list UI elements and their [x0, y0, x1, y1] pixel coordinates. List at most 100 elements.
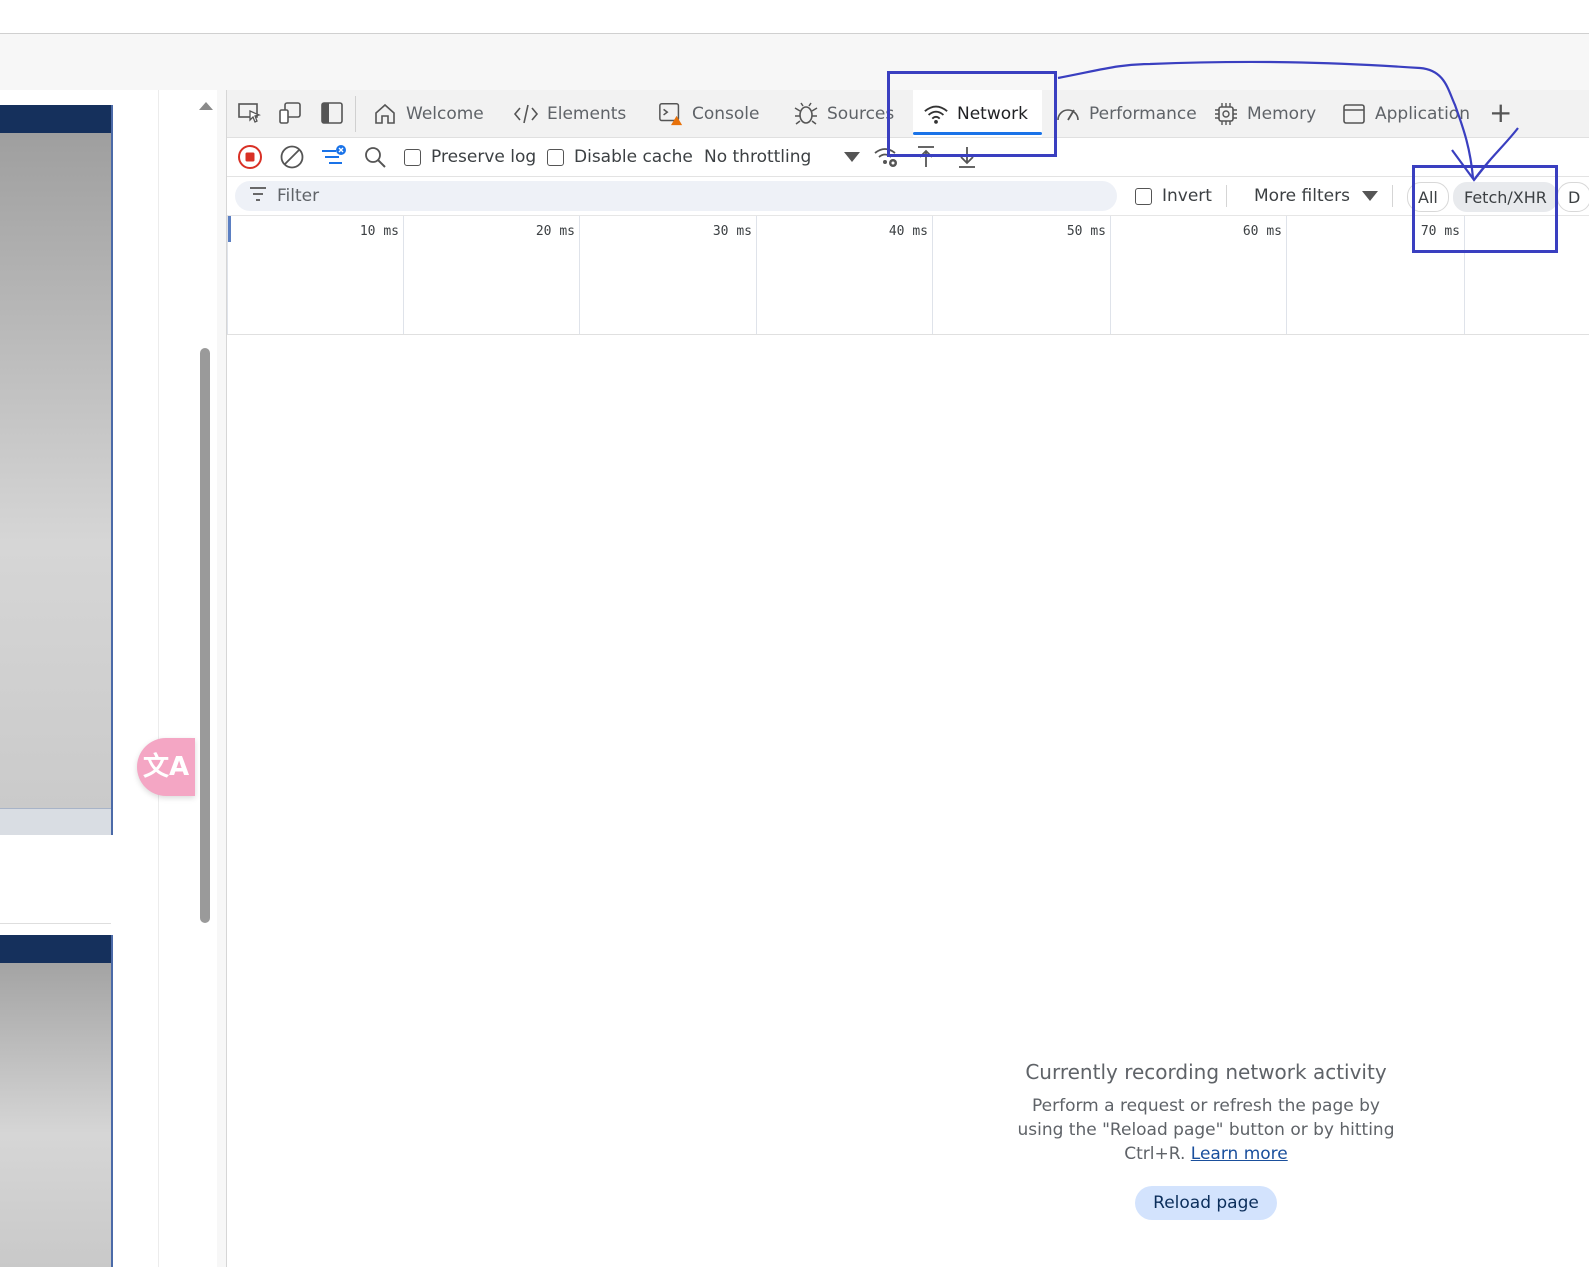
timeline-tick-label: 50 ms: [1066, 224, 1106, 239]
tab-label: Network: [957, 103, 1028, 124]
empty-state-body: Perform a request or refresh the page by…: [987, 1094, 1425, 1166]
code-icon: [513, 101, 539, 127]
filter-clear-icon[interactable]: [320, 144, 348, 170]
timeline-gridline: [1286, 216, 1287, 334]
thumbnail-footer: [0, 808, 111, 835]
timeline-tick-label: 20 ms: [535, 224, 575, 239]
chip-label: D: [1568, 187, 1581, 207]
preserve-log-checkbox[interactable]: Preserve log: [404, 144, 536, 170]
invert-checkbox[interactable]: Invert: [1135, 183, 1212, 209]
clear-icon[interactable]: [279, 144, 305, 170]
timeline-gridline: [227, 216, 228, 334]
tab-label: Memory: [1247, 103, 1317, 124]
tab-elements[interactable]: Elements: [513, 90, 626, 137]
shortcut-text: Ctrl+R.: [1124, 1144, 1186, 1164]
filter-placeholder: Filter: [277, 186, 320, 206]
chevron-down-icon: [844, 152, 861, 162]
devtools-tab-bar: Welcome Elements Console Sources Network…: [227, 90, 1589, 138]
window-icon: [1341, 101, 1367, 127]
learn-more-link[interactable]: Learn more: [1191, 1144, 1288, 1164]
filter-icon: [249, 186, 267, 207]
search-icon[interactable]: [363, 144, 387, 170]
empty-state-line: Perform a request or refresh the page by: [1032, 1096, 1380, 1116]
filter-chip-fetch-xhr[interactable]: Fetch/XHR: [1453, 182, 1558, 212]
timeline-tick-label: 10 ms: [359, 224, 399, 239]
export-har-icon[interactable]: [956, 144, 978, 170]
timeline-gridline: [403, 216, 404, 334]
filter-chip-all[interactable]: All: [1407, 182, 1449, 212]
checkbox-label: Preserve log: [431, 147, 537, 167]
page-thumbnail-1[interactable]: [0, 105, 113, 835]
tab-welcome[interactable]: Welcome: [372, 90, 484, 137]
chip-label: All: [1418, 187, 1438, 207]
gauge-icon: [1055, 101, 1081, 127]
timeline-tick-label: 60 ms: [1242, 224, 1282, 239]
tab-label: Elements: [547, 103, 627, 124]
tab-label: Welcome: [406, 103, 484, 124]
network-conditions-icon[interactable]: [873, 144, 901, 170]
divider: [1226, 185, 1227, 207]
home-icon: [372, 101, 398, 127]
network-toolbar: Preserve log Disable cache No throttling: [227, 138, 1589, 177]
empty-state-line: Ctrl+R. Learn more: [987, 1142, 1425, 1166]
checkbox-label: Invert: [1162, 186, 1212, 206]
filter-input[interactable]: Filter: [235, 181, 1117, 211]
tab-console[interactable]: Console: [658, 90, 760, 137]
divider: [0, 923, 111, 924]
record-icon[interactable]: [237, 144, 263, 170]
checkbox-box[interactable]: [1135, 187, 1152, 205]
bug-icon: [793, 101, 819, 127]
timeline-gridline: [1110, 216, 1111, 334]
tab-memory[interactable]: Memory: [1213, 90, 1316, 137]
thumbnail-header: [0, 935, 111, 963]
timeline-gridline: [932, 216, 933, 334]
devtools-panel: Welcome Elements Console Sources Network…: [226, 90, 1589, 1267]
filter-chip-doc[interactable]: D: [1557, 182, 1589, 212]
throttling-value: No throttling: [704, 147, 812, 167]
more-tools-plus-icon[interactable]: +: [1489, 96, 1512, 129]
checkbox-box[interactable]: [404, 148, 421, 166]
timeline-gridline: [579, 216, 580, 334]
tab-network[interactable]: Network: [913, 90, 1042, 137]
checkbox-box[interactable]: [547, 148, 564, 166]
console-icon: [658, 101, 684, 127]
tab-label: Sources: [827, 103, 895, 124]
throttling-select[interactable]: No throttling: [704, 144, 861, 170]
more-filters-label: More filters: [1254, 186, 1350, 206]
tab-performance[interactable]: Performance: [1055, 90, 1197, 137]
checkbox-label: Disable cache: [574, 147, 693, 167]
page-thumbnail-2[interactable]: [0, 935, 113, 1267]
thumbnail-header: [0, 105, 111, 133]
import-har-icon[interactable]: [915, 144, 937, 170]
timeline-gridline: [756, 216, 757, 334]
network-overview-timeline[interactable]: 10 ms 20 ms 30 ms 40 ms 50 ms 60 ms 70 m…: [227, 216, 1589, 335]
disable-cache-checkbox[interactable]: Disable cache: [547, 144, 693, 170]
filter-bar: Filter Invert More filters All Fetch/XHR…: [227, 177, 1589, 216]
chevron-down-icon: [1361, 191, 1378, 201]
chip-icon: [1213, 101, 1239, 127]
dock-side-icon[interactable]: [319, 102, 345, 126]
tab-sources[interactable]: Sources: [793, 90, 894, 137]
browser-top-bar: [0, 0, 1589, 34]
timeline-tick-label: 70 ms: [1420, 224, 1460, 239]
timeline-tick-label: 40 ms: [888, 224, 928, 239]
scroll-up-icon[interactable]: [199, 102, 213, 110]
page-scrollbar[interactable]: [197, 90, 213, 1267]
reload-page-button[interactable]: Reload page: [1135, 1186, 1277, 1220]
tab-application[interactable]: Application: [1341, 90, 1470, 137]
tab-label: Console: [692, 103, 760, 124]
empty-recording-message: Currently recording network activity Per…: [987, 1060, 1425, 1220]
timeline-gridline: [1464, 216, 1465, 334]
active-tab-indicator: [913, 132, 1042, 135]
tab-label: Performance: [1089, 103, 1197, 124]
wifi-icon: [923, 101, 949, 127]
device-emulation-icon[interactable]: [278, 102, 304, 126]
timeline-tick-label: 30 ms: [712, 224, 752, 239]
empty-state-title: Currently recording network activity: [1025, 1060, 1387, 1084]
inspect-element-icon[interactable]: [237, 102, 263, 126]
more-filters-dropdown[interactable]: More filters: [1254, 183, 1378, 209]
translate-icon[interactable]: 文A: [137, 738, 195, 796]
empty-state-line: using the "Reload page" button or by hit…: [1017, 1120, 1395, 1140]
tab-label: Application: [1375, 103, 1470, 124]
scrollbar-thumb[interactable]: [200, 348, 210, 923]
